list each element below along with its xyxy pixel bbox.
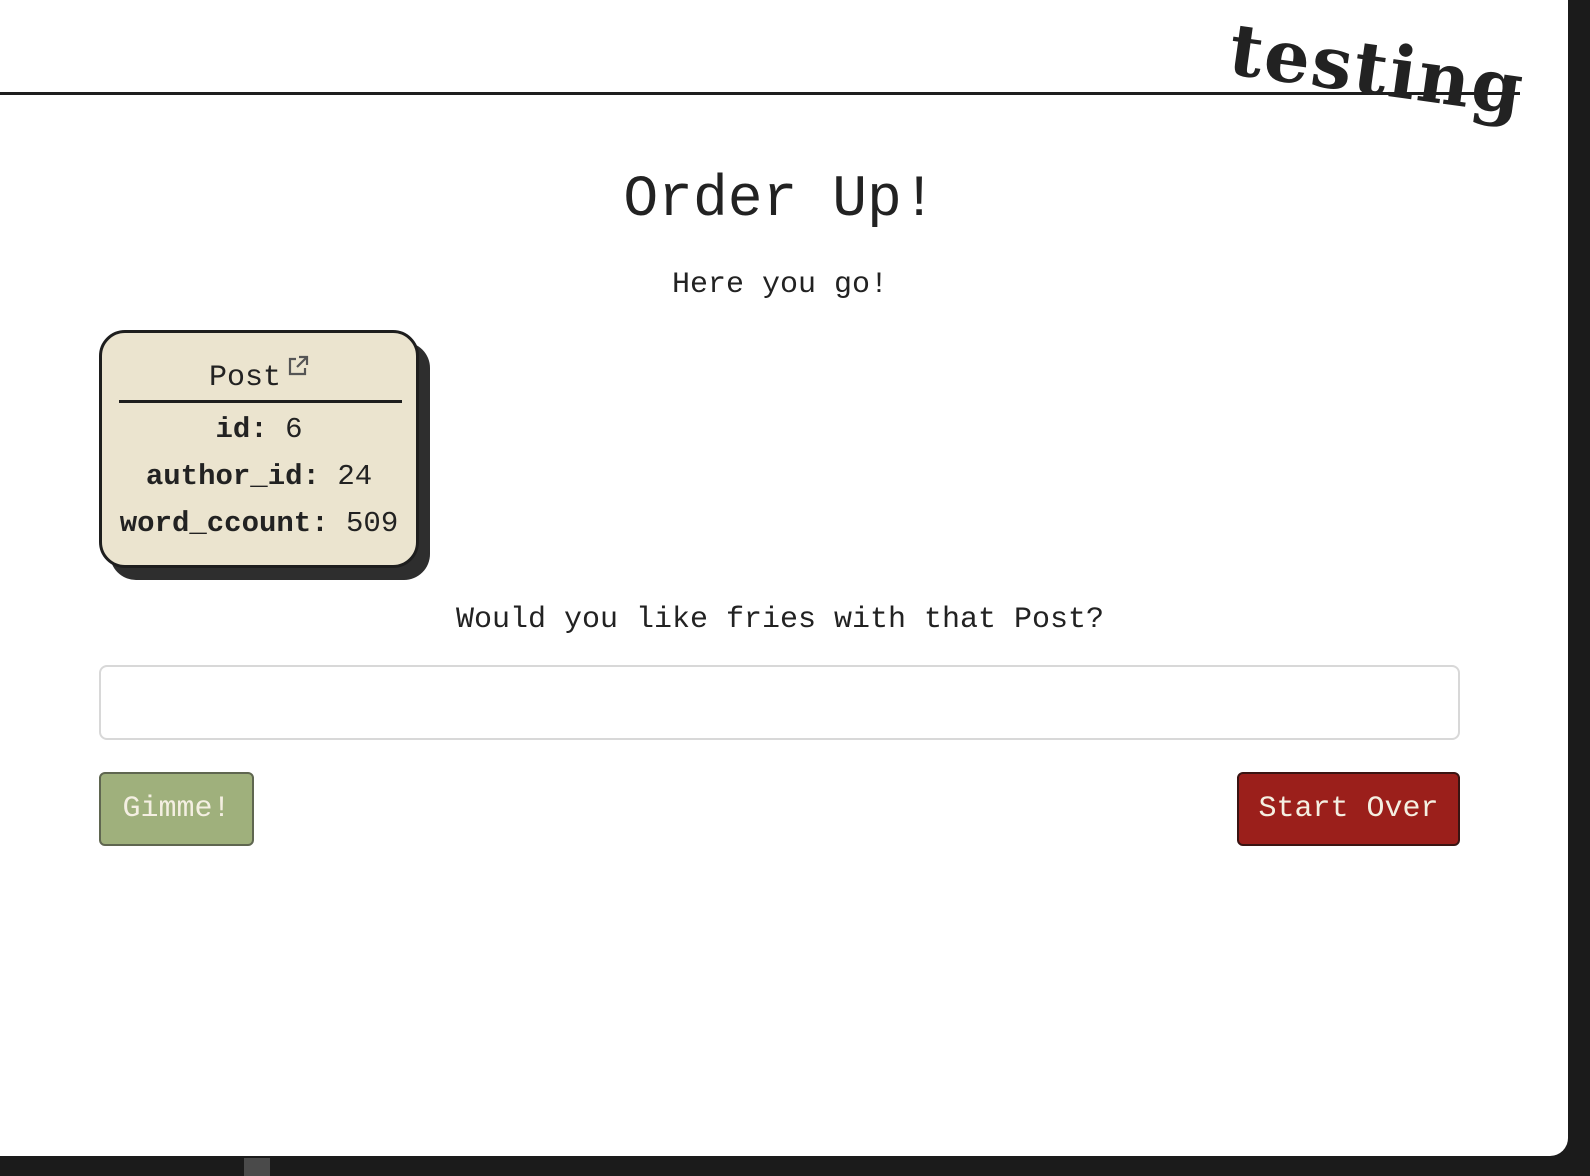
- field-word-count: word_ccount: 509: [102, 507, 416, 540]
- page-title: Order Up!: [623, 168, 937, 233]
- fries-question: Would you like fries with that Post?: [455, 603, 1105, 637]
- start-over-button[interactable]: Start Over: [1237, 772, 1460, 846]
- page-subtitle: Here you go!: [671, 268, 889, 302]
- external-link-icon[interactable]: [287, 353, 309, 376]
- field-word-count-key: word_ccount:: [119, 507, 329, 540]
- field-id: id: 6: [102, 413, 416, 446]
- app-window: testing Order Up! Here you go! Post id: …: [0, 0, 1568, 1156]
- gimme-button[interactable]: Gimme!: [99, 772, 254, 846]
- taskbar: [0, 1156, 1590, 1176]
- field-author-id-value: 24: [337, 460, 373, 493]
- post-card-title[interactable]: Post: [102, 353, 416, 395]
- taskbar-app-icon[interactable]: [244, 1158, 270, 1176]
- card-divider: [119, 400, 402, 403]
- field-author-id: author_id: 24: [102, 460, 416, 493]
- field-id-key: id:: [215, 413, 268, 446]
- fries-input[interactable]: [99, 665, 1460, 740]
- post-card-title-label[interactable]: Post: [209, 361, 281, 395]
- post-card: Post id: 6 author_id: 24 word_ccount: 50…: [99, 330, 419, 568]
- brand-logo: testing: [1224, 6, 1531, 132]
- field-word-count-value: 509: [346, 507, 399, 540]
- field-author-id-key: author_id:: [145, 460, 320, 493]
- field-id-value: 6: [285, 413, 303, 446]
